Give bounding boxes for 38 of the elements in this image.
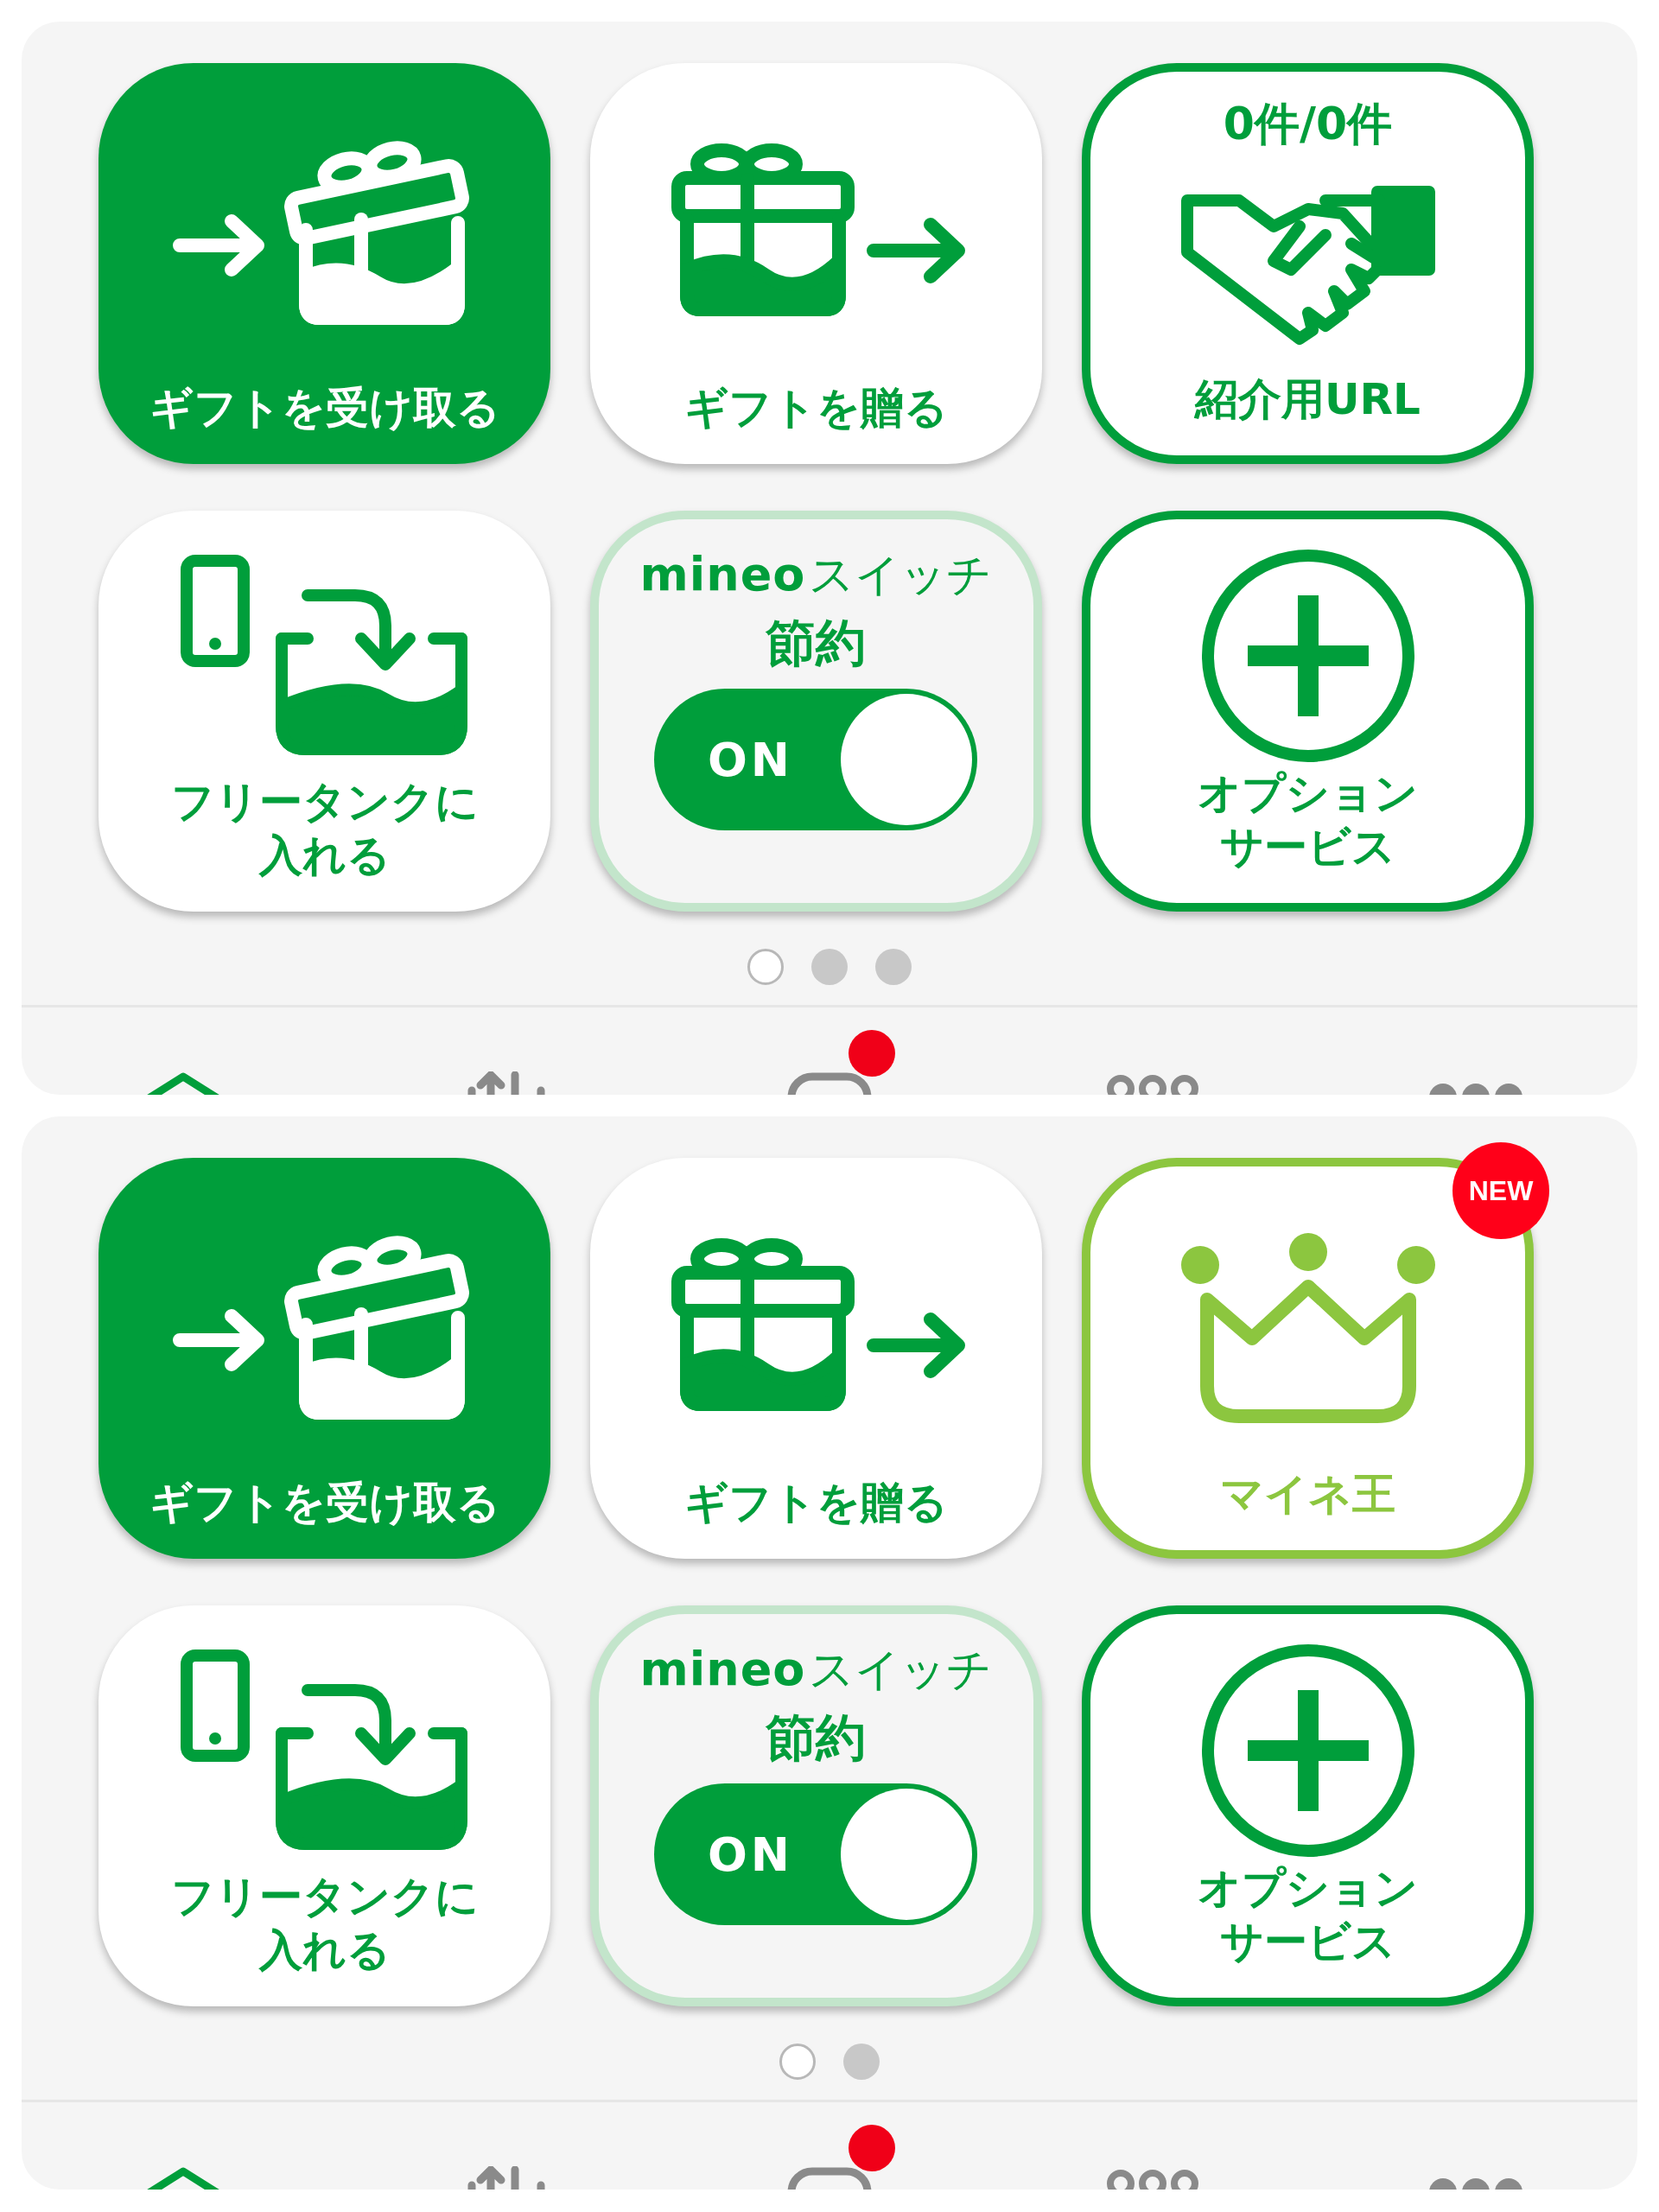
brand-logo: mineo	[639, 1642, 806, 1696]
toggle-switch[interactable]: ON	[654, 1783, 978, 1925]
shortcut-tile[interactable]: ギフトを贈る	[590, 63, 1042, 464]
tile-label: 節約	[766, 1707, 867, 1769]
tile-label: 節約	[766, 613, 867, 674]
chat-icon[interactable]	[786, 1071, 873, 1095]
shortcut-tile[interactable]: オプションサービス	[1082, 1605, 1534, 2006]
shortcut-tile[interactable]: ギフトを受け取る	[99, 63, 550, 464]
tile-title: スイッチ	[809, 548, 993, 602]
shortcut-tile[interactable]: ギフトを贈る	[590, 1158, 1042, 1559]
chat-icon[interactable]	[786, 2166, 873, 2190]
shortcut-tile[interactable]: mineo スイッチ 節約 ON	[590, 511, 1042, 912]
shortcut-tile[interactable]: フリータンクに入れる	[99, 1605, 550, 2006]
tile-title: スイッチ	[809, 1643, 993, 1697]
referral-count: 0件/0件	[1223, 98, 1393, 149]
tile-label: ギフトを贈る	[684, 382, 948, 435]
tile-label: オプションサービス	[1198, 767, 1418, 874]
tile-label: フリータンクに入れる	[169, 776, 480, 882]
tile-label: ギフトを受け取る	[149, 382, 500, 435]
shortcut-tile[interactable]: 0件/0件 紹介用URL	[1082, 63, 1534, 464]
shortcut-tile[interactable]: フリータンクに入れる	[99, 511, 550, 912]
shortcut-tile[interactable]: mineo スイッチ 節約 ON	[590, 1605, 1042, 2006]
page-dot[interactable]	[875, 949, 912, 985]
brand-logo: mineo	[639, 547, 806, 601]
shortcut-tile[interactable]: ギフトを受け取る	[99, 1158, 550, 1559]
tile-label: マイネ王	[1220, 1468, 1395, 1521]
tile-label: ギフトを贈る	[684, 1477, 948, 1529]
new-badge: NEW	[1452, 1142, 1549, 1239]
tile-label: 紹介用URL	[1195, 373, 1421, 426]
tile-label: フリータンクに入れる	[169, 1871, 480, 1977]
tile-label: ギフトを受け取る	[149, 1477, 500, 1529]
shortcut-tile[interactable]: オプションサービス	[1082, 511, 1534, 912]
toggle-switch[interactable]: ON	[654, 689, 978, 830]
page-dot[interactable]	[747, 949, 784, 985]
tile-label: オプションサービス	[1198, 1862, 1418, 1968]
page-dot[interactable]	[843, 2044, 880, 2080]
page-dot[interactable]	[811, 949, 848, 985]
page-dot[interactable]	[779, 2044, 816, 2080]
